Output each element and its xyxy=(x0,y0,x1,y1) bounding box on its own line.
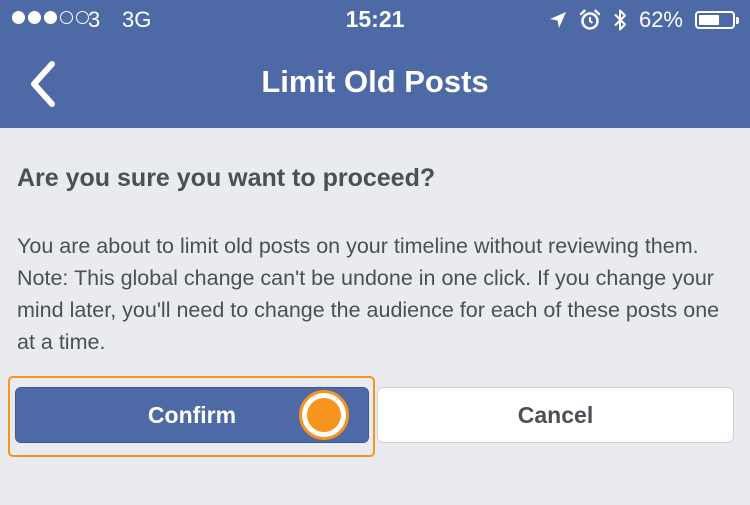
confirmation-dialog: Are you sure you want to proceed? You ar… xyxy=(0,128,750,505)
status-bar: 3 3G 15:21 62% xyxy=(0,0,750,40)
nav-bar: Limit Old Posts xyxy=(0,40,750,128)
confirm-button-label: Confirm xyxy=(147,401,237,428)
battery-icon xyxy=(695,11,739,29)
tap-indicator xyxy=(299,390,349,440)
dialog-question: Are you sure you want to proceed? xyxy=(17,164,436,192)
cancel-button[interactable]: Cancel xyxy=(377,387,734,443)
alarm-icon xyxy=(579,9,601,30)
bluetooth-icon xyxy=(614,9,626,31)
page-title: Limit Old Posts xyxy=(261,64,489,99)
tap-indicator-dot xyxy=(307,398,341,432)
dialog-description: You are about to limit old posts on your… xyxy=(17,234,720,354)
location-arrow-icon xyxy=(549,12,566,28)
status-icons: 62% xyxy=(549,5,739,35)
header: 3 3G 15:21 62% Limit Old Posts xyxy=(0,0,750,128)
cancel-button-label: Cancel xyxy=(517,401,594,428)
battery-percent: 62% xyxy=(638,7,683,32)
battery-fill xyxy=(699,15,719,25)
battery-tip xyxy=(736,17,739,24)
